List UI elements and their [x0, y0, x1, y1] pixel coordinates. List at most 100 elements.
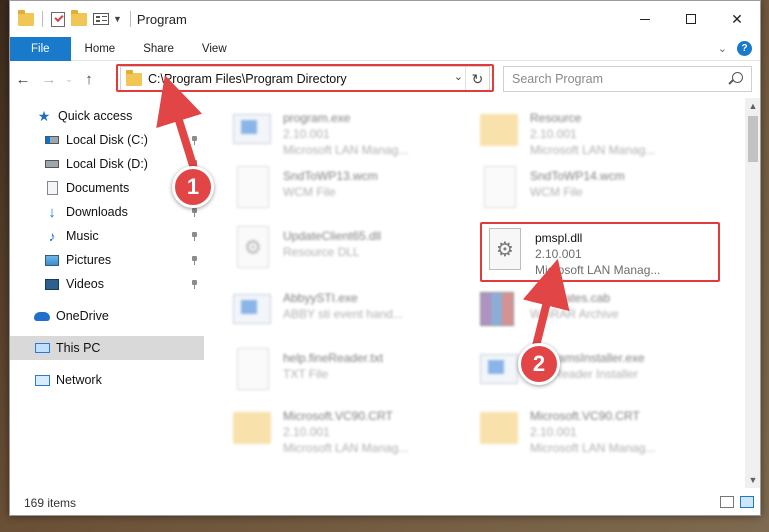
customize-view-icon[interactable]: [93, 13, 109, 25]
file-detail: 2.10.001: [530, 127, 577, 141]
star-icon: ★: [37, 107, 51, 124]
folder-item[interactable]: Microsoft.VC90.CRT 2.10.001 Microsoft LA…: [480, 402, 720, 458]
file-name: Microsoft.VC90.CRT: [530, 409, 640, 423]
forward-button[interactable]: →: [36, 66, 62, 92]
folder-item[interactable]: Resource 2.10.001 Microsoft LAN Manag...: [480, 104, 720, 160]
window-title: Program: [136, 11, 187, 27]
explorer-window: ▼ Program ✕ File Home Share View ⌄ ? ← →…: [9, 0, 761, 516]
toolbar-divider: [42, 11, 43, 27]
file-detail: Resource DLL: [283, 245, 360, 259]
vertical-scrollbar[interactable]: ▲ ▼: [745, 98, 760, 488]
chevron-down-icon[interactable]: ▼: [113, 14, 122, 24]
search-box[interactable]: Search Program: [503, 66, 752, 92]
refresh-icon: ↻: [471, 70, 484, 87]
tab-share[interactable]: Share: [129, 37, 188, 61]
file-item[interactable]: program.exe 2.10.001 Microsoft LAN Manag…: [233, 104, 473, 160]
step-1-badge: 1: [172, 166, 214, 208]
expand-ribbon-icon[interactable]: ⌄: [718, 42, 727, 55]
address-bar[interactable]: C:\Program Files\Program Directory ⌄ ↻: [120, 66, 490, 92]
sidebar-item-music[interactable]: ♪ Music: [10, 224, 204, 248]
file-detail: WinRAR Archive: [530, 307, 619, 321]
file-detail: WCM File: [283, 185, 336, 199]
pin-icon: [191, 279, 198, 289]
sidebar-item-onedrive[interactable]: OneDrive: [10, 304, 204, 328]
folder-item[interactable]: Microsoft.VC90.CRT 2.10.001 Microsoft LA…: [233, 402, 473, 458]
folder-icon: [480, 406, 520, 452]
sidebar-item-local-disk-d[interactable]: Local Disk (D:): [10, 152, 204, 176]
sidebar-item-videos[interactable]: Videos: [10, 272, 204, 296]
title-bar: ▼ Program ✕: [10, 1, 760, 37]
sidebar-item-label: This PC: [56, 341, 101, 355]
close-icon: ✕: [731, 10, 743, 27]
file-name: Microsoft.VC90.CRT: [283, 409, 393, 423]
maximize-button[interactable]: [668, 1, 714, 37]
toolbar-divider: [129, 11, 131, 27]
scroll-down-icon[interactable]: ▼: [745, 472, 760, 488]
item-count: 169 items: [24, 496, 77, 510]
file-detail: Microsoft LAN Manag...: [283, 143, 409, 157]
sidebar-item-network[interactable]: Network: [10, 368, 204, 392]
file-name: program.exe: [283, 111, 351, 125]
sidebar-item-pictures[interactable]: Pictures: [10, 248, 204, 272]
navigation-pane: ★ Quick access Local Disk (C:) Local Dis…: [10, 98, 205, 488]
address-path[interactable]: C:\Program Files\Program Directory: [148, 72, 347, 86]
arrow-left-icon: ←: [15, 70, 31, 88]
new-folder-icon[interactable]: [71, 9, 87, 26]
file-detail: WCM File: [530, 185, 583, 199]
file-name: help.fineReader.txt: [283, 351, 384, 365]
sidebar-item-label: Documents: [66, 181, 130, 195]
scroll-up-icon[interactable]: ▲: [745, 98, 760, 114]
file-item[interactable]: certificates.cab WinRAR Archive: [480, 284, 720, 340]
sidebar-item-downloads[interactable]: ↓ Downloads: [10, 200, 204, 224]
sidebar-item-label: Local Disk (C:): [66, 133, 148, 147]
pictures-icon: [44, 252, 60, 268]
sidebar-item-label: OneDrive: [56, 309, 109, 323]
arrow-right-icon: →: [41, 70, 57, 88]
file-item[interactable]: programsInstaller.exe FineReader Install…: [480, 344, 720, 400]
tab-view[interactable]: View: [188, 37, 241, 61]
status-bar: 169 items: [10, 491, 760, 515]
pin-icon: [191, 207, 198, 217]
close-button[interactable]: ✕: [714, 1, 760, 37]
file-name: SndToWP13.wcm: [283, 169, 378, 183]
tab-home[interactable]: Home: [71, 37, 130, 61]
back-button[interactable]: ←: [10, 66, 36, 92]
sidebar-item-this-pc[interactable]: This PC: [10, 336, 204, 360]
this-pc-icon: [34, 340, 50, 356]
step-2-badge: 2: [518, 343, 560, 385]
sidebar-item-label: Local Disk (D:): [66, 157, 148, 171]
pin-icon: [191, 231, 198, 241]
chevron-down-icon[interactable]: ⌄: [454, 70, 463, 83]
file-item[interactable]: AbbyySTI.exe ABBY sti event hand...: [233, 284, 473, 340]
search-icon[interactable]: [732, 72, 743, 83]
downloads-icon: ↓: [48, 203, 56, 221]
file-item[interactable]: ⚙ UpdateClient65.dll Resource DLL: [233, 222, 473, 278]
file-item[interactable]: help.fineReader.txt TXT File: [233, 344, 473, 400]
large-icons-view-icon[interactable]: [740, 496, 754, 508]
refresh-button[interactable]: ↻: [465, 67, 489, 91]
file-item[interactable]: SndToWP13.wcm WCM File: [233, 162, 473, 218]
archive-icon: [480, 288, 520, 334]
file-item[interactable]: SndToWP14.wcm WCM File: [480, 162, 720, 218]
exe-file-icon: [480, 348, 520, 394]
tab-file[interactable]: File: [10, 36, 71, 61]
details-view-icon[interactable]: [720, 496, 734, 508]
properties-check-icon[interactable]: [51, 11, 65, 27]
file-highlight: [480, 222, 720, 282]
sidebar-item-quick-access[interactable]: ★ Quick access: [10, 104, 204, 128]
view-switcher: [720, 496, 754, 508]
window-controls: ✕: [622, 1, 760, 37]
scrollbar-thumb[interactable]: [748, 116, 758, 162]
dll-gear-icon: ⚙: [233, 226, 273, 272]
maximize-icon: [686, 14, 696, 24]
minimize-button[interactable]: [622, 1, 668, 37]
search-input[interactable]: Search Program: [512, 72, 603, 86]
recent-locations-button[interactable]: ⌄: [62, 66, 76, 92]
file-icon: [480, 166, 520, 212]
sidebar-item-local-disk-c[interactable]: Local Disk (C:): [10, 128, 204, 152]
help-icon[interactable]: ?: [737, 41, 752, 56]
ribbon-tabs: File Home Share View ⌄ ?: [10, 36, 760, 61]
up-button[interactable]: ↑: [76, 66, 102, 92]
ribbon-right-controls: ⌄ ?: [718, 41, 760, 56]
folder-icon: [126, 69, 142, 86]
